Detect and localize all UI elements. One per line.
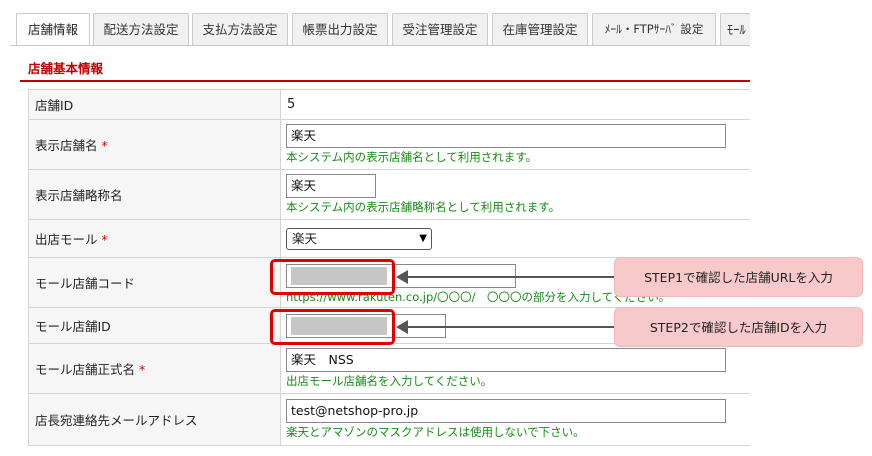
official-name-input[interactable]: 楽天 NSS <box>286 348 726 372</box>
label-manager-email: 店長宛連絡先メールアドレス <box>28 393 281 446</box>
row-short-name: 表示店舗略称名 楽天 本システム内の表示店舗略称名として利用されます。 <box>28 169 750 220</box>
step1-callout: STEP1で確認した店舗URLを入力 <box>614 257 863 297</box>
manager-email-hint: 楽天とアマゾンのマスクアドレスは使用しないで下さい。 <box>286 425 585 439</box>
label-short-name: 表示店舗略称名 <box>28 169 281 220</box>
row-mall: 出店モール * 楽天 ▼ <box>28 219 750 258</box>
label-display-name: 表示店舗名 * <box>28 119 281 170</box>
label-mall: 出店モール * <box>28 219 281 258</box>
highlight-mall-shop-code <box>270 259 395 295</box>
tab-document-output[interactable]: 帳票出力設定 <box>292 13 388 45</box>
mall-select[interactable]: 楽天 ▼ <box>286 227 432 250</box>
settings-tabs: 店舗情報 配送方法設定 支払方法設定 帳票出力設定 受注管理設定 在庫管理設定 … <box>10 8 750 46</box>
row-display-name: 表示店舗名 * 楽天 本システム内の表示店舗名として利用されます。 <box>28 119 750 170</box>
highlight-mall-shop-id <box>270 309 395 345</box>
row-official-name: モール店舗正式名 * 楽天 NSS 出店モール店舗名を入力してください。 <box>28 343 750 394</box>
arrow-line <box>406 326 614 328</box>
chevron-down-icon: ▼ <box>419 232 427 244</box>
short-name-input[interactable]: 楽天 <box>286 174 376 198</box>
required-mark: * <box>139 362 146 377</box>
tab-payment-method[interactable]: 支払方法設定 <box>192 13 288 45</box>
section-title: 店舗基本情報 <box>28 61 104 76</box>
tab-shipping-method[interactable]: 配送方法設定 <box>93 13 189 45</box>
step2-callout: STEP2で確認した店舗IDを入力 <box>614 307 863 347</box>
required-mark: * <box>101 232 108 247</box>
section-divider <box>20 80 750 82</box>
label-official-name: モール店舗正式名 * <box>28 343 281 394</box>
tab-shop-info[interactable]: 店舗情報 <box>16 13 90 45</box>
display-name-input[interactable]: 楽天 <box>286 124 726 148</box>
short-name-hint: 本システム内の表示店舗略称名として利用されます。 <box>286 200 561 214</box>
official-name-hint: 出店モール店舗名を入力してください。 <box>286 374 493 388</box>
settings-page: 店舗情報 配送方法設定 支払方法設定 帳票出力設定 受注管理設定 在庫管理設定 … <box>0 0 750 456</box>
row-shop-id: 店舗ID 5 <box>28 89 750 120</box>
label-shop-id: 店舗ID <box>28 89 281 120</box>
tab-mall[interactable]: ﾓｰﾙ <box>720 13 750 45</box>
display-name-hint: 本システム内の表示店舗名として利用されます。 <box>286 150 538 164</box>
row-manager-email: 店長宛連絡先メールアドレス test@netshop-pro.jp 楽天とアマゾ… <box>28 393 750 446</box>
required-mark: * <box>101 138 108 153</box>
tab-order-management[interactable]: 受注管理設定 <box>392 13 488 45</box>
label-mall-shop-code: モール店舗コード <box>28 257 281 308</box>
label-mall-shop-id: モール店舗ID <box>28 307 281 344</box>
arrow-line <box>406 276 614 278</box>
tab-inventory-management[interactable]: 在庫管理設定 <box>492 13 588 45</box>
value-shop-id: 5 <box>280 89 750 120</box>
tab-mail-ftp-server[interactable]: ﾒｰﾙ・FTPｻｰﾊﾞ 設定 <box>592 13 716 45</box>
manager-email-input[interactable]: test@netshop-pro.jp <box>286 399 726 423</box>
